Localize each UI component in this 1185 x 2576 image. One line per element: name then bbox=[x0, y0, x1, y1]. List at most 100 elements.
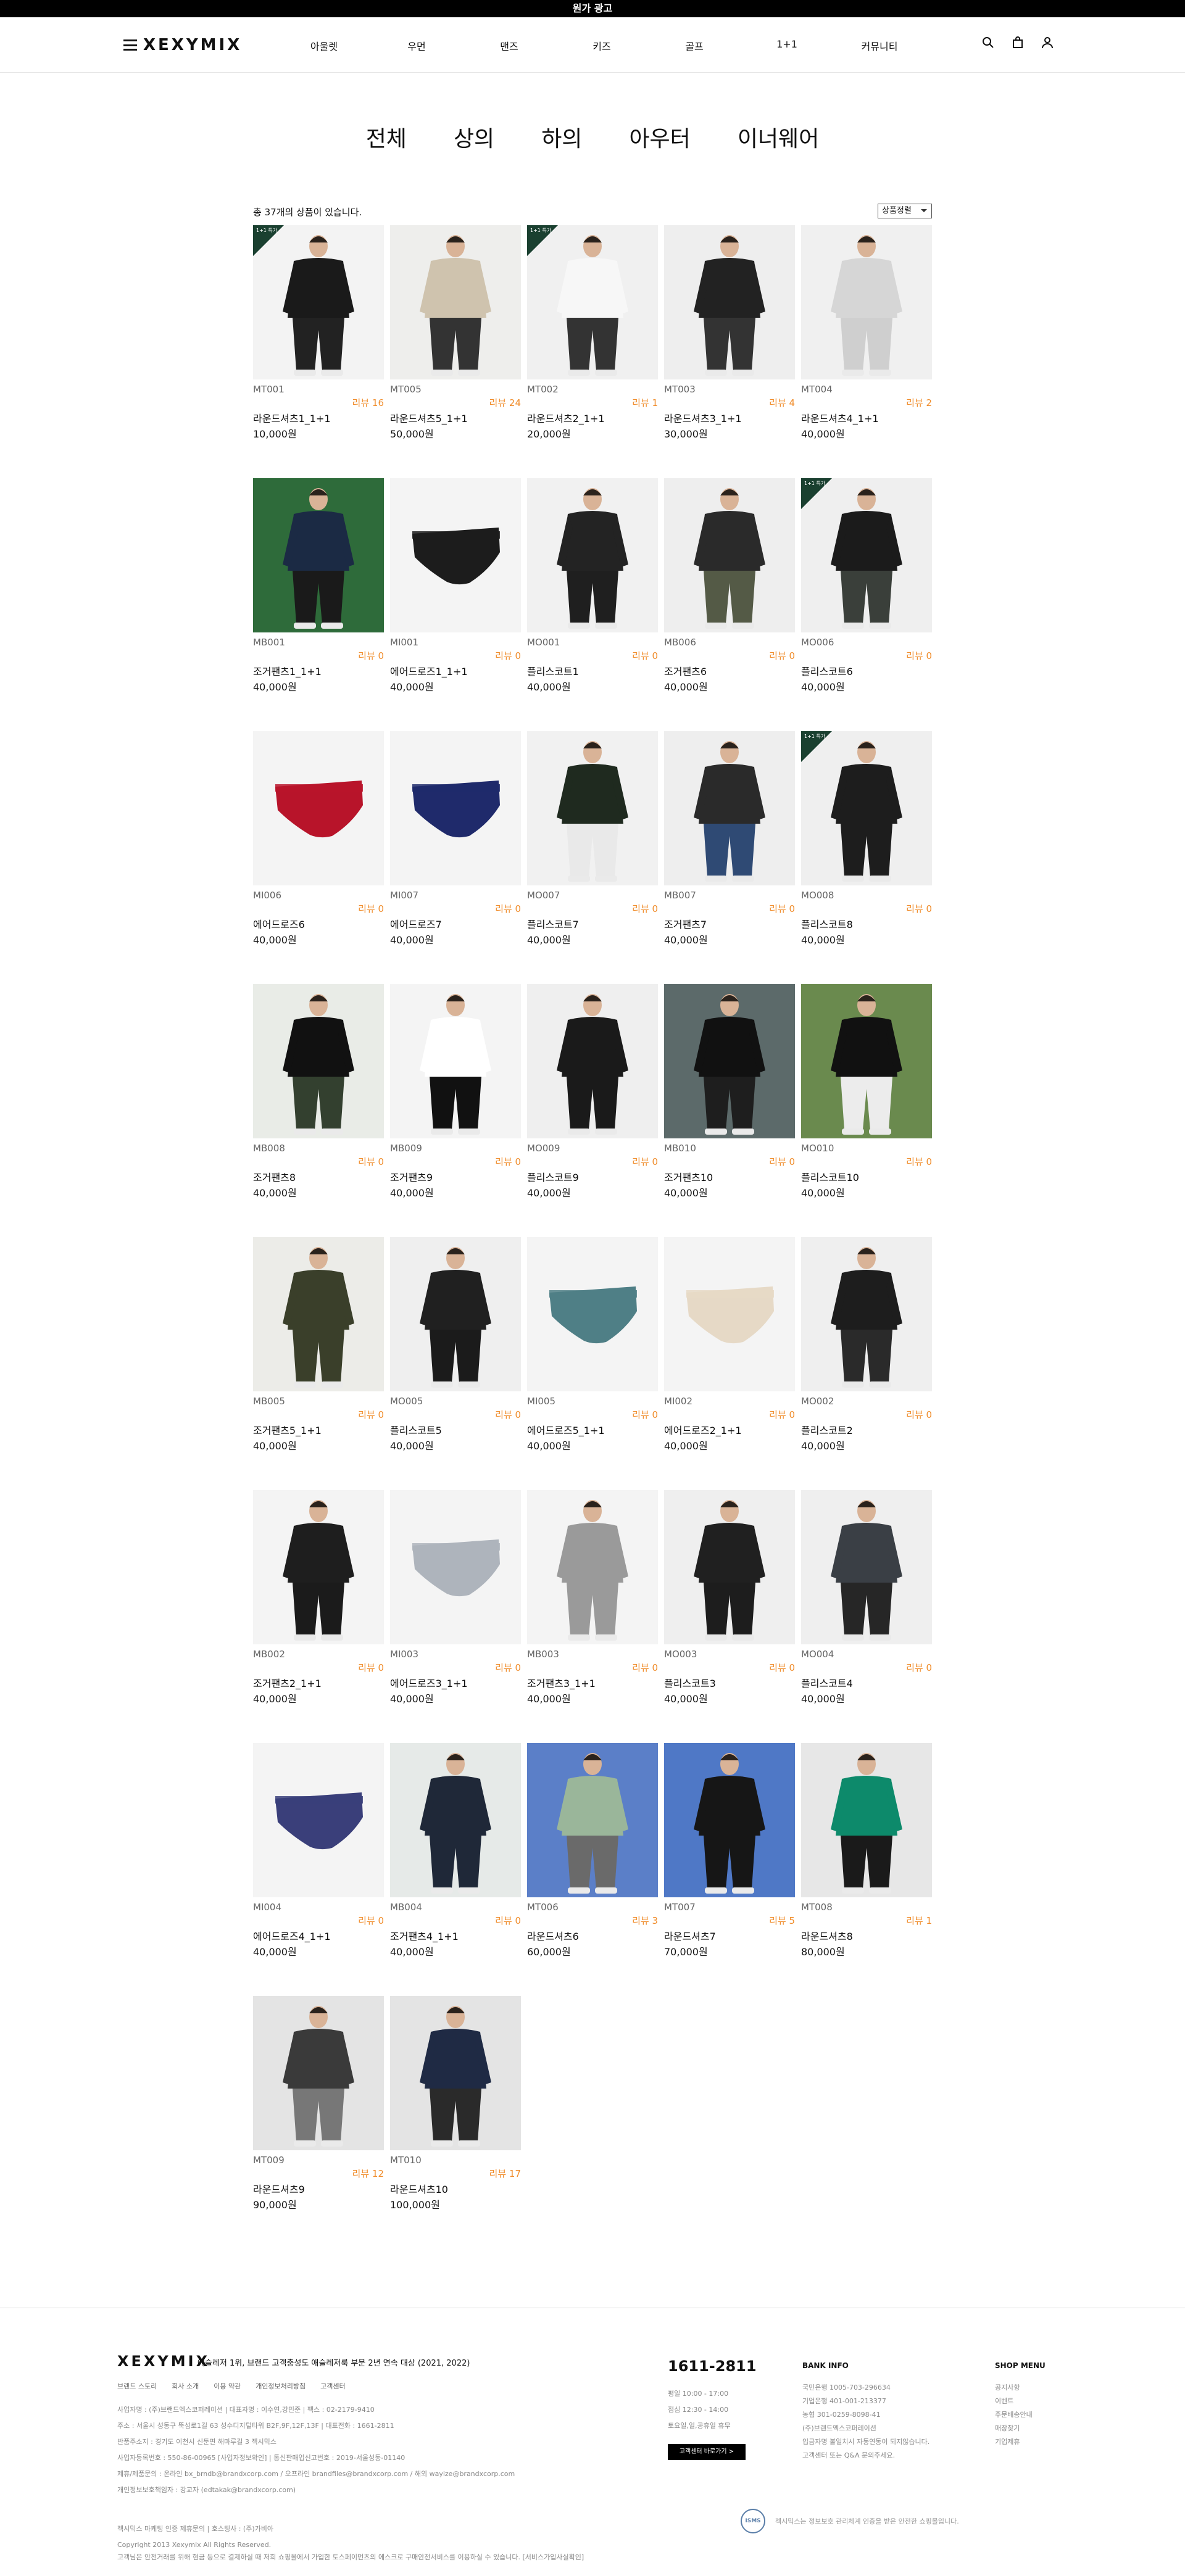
product-card[interactable]: MB004 리뷰 0 조거팬츠4_1+1 40,000원 bbox=[390, 1743, 521, 1978]
product-image[interactable] bbox=[664, 478, 795, 632]
product-image[interactable] bbox=[253, 731, 384, 885]
review-count[interactable]: 리뷰 0 bbox=[906, 1661, 932, 1674]
product-name[interactable]: 조거팬츠3_1+1 bbox=[527, 1675, 596, 1690]
review-count[interactable]: 리뷰 1 bbox=[906, 1914, 932, 1927]
product-image[interactable]: 1+1 특가 bbox=[801, 731, 932, 885]
footer-link-brand-story[interactable]: 브랜드 스토리 bbox=[117, 2381, 157, 2391]
review-count[interactable]: 리뷰 24 bbox=[489, 396, 521, 409]
logo-text[interactable]: XEXYMIX bbox=[143, 36, 242, 54]
product-card[interactable]: MI005 리뷰 0 에어드로즈5_1+1 40,000원 bbox=[527, 1237, 658, 1472]
product-image[interactable] bbox=[801, 1237, 932, 1391]
product-image[interactable] bbox=[390, 478, 521, 632]
product-image[interactable]: 1+1 특가 bbox=[527, 225, 658, 379]
review-count[interactable]: 리뷰 0 bbox=[906, 902, 932, 915]
product-name[interactable]: 플리스코트6 bbox=[801, 663, 853, 678]
tab-bottoms[interactable]: 하의 bbox=[538, 121, 586, 153]
cs-button[interactable]: 고객센터 바로가기 > bbox=[668, 2444, 746, 2460]
product-image[interactable] bbox=[527, 731, 658, 885]
product-card[interactable]: MT010 리뷰 17 라운드셔츠10 100,000원 bbox=[390, 1996, 521, 2230]
review-count[interactable]: 리뷰 0 bbox=[358, 1914, 384, 1927]
product-card[interactable]: MB008 리뷰 0 조거팬츠8 40,000원 bbox=[253, 984, 384, 1219]
review-count[interactable]: 리뷰 2 bbox=[906, 396, 932, 409]
product-card[interactable]: 1+1 특가 MT001 리뷰 16 라운드셔츠1_1+1 10,000원 bbox=[253, 225, 384, 460]
product-card[interactable]: MO009 리뷰 0 플리스코트9 40,000원 bbox=[527, 984, 658, 1219]
product-card[interactable]: MB006 리뷰 0 조거팬츠6 40,000원 bbox=[664, 478, 795, 713]
review-count[interactable]: 리뷰 0 bbox=[358, 902, 384, 915]
product-card[interactable]: MB005 리뷰 0 조거팬츠5_1+1 40,000원 bbox=[253, 1237, 384, 1472]
product-card[interactable]: MO001 리뷰 0 플리스코트1 40,000원 bbox=[527, 478, 658, 713]
product-name[interactable]: 플리스코트8 bbox=[801, 916, 853, 931]
product-image[interactable] bbox=[253, 1490, 384, 1644]
review-count[interactable]: 리뷰 4 bbox=[769, 396, 795, 409]
product-card[interactable]: 1+1 특가 MO006 리뷰 0 플리스코트6 40,000원 bbox=[801, 478, 932, 713]
product-card[interactable]: MT005 리뷰 24 라운드셔츠5_1+1 50,000원 bbox=[390, 225, 521, 460]
product-image[interactable] bbox=[253, 478, 384, 632]
product-image[interactable] bbox=[253, 1237, 384, 1391]
footer-link-privacy[interactable]: 개인정보처리방침 bbox=[256, 2381, 306, 2391]
product-image[interactable] bbox=[527, 1743, 658, 1897]
product-name[interactable]: 라운드셔츠4_1+1 bbox=[801, 410, 879, 425]
review-count[interactable]: 리뷰 0 bbox=[906, 649, 932, 662]
product-card[interactable]: MB003 리뷰 0 조거팬츠3_1+1 40,000원 bbox=[527, 1490, 658, 1725]
review-count[interactable]: 리뷰 0 bbox=[769, 1408, 795, 1421]
product-image[interactable] bbox=[253, 1743, 384, 1897]
review-count[interactable]: 리뷰 3 bbox=[632, 1914, 658, 1927]
product-card[interactable]: MT007 리뷰 5 라운드셔츠7 70,000원 bbox=[664, 1743, 795, 1978]
review-count[interactable]: 리뷰 0 bbox=[769, 1661, 795, 1674]
product-name[interactable]: 플리스코트5 bbox=[390, 1422, 442, 1437]
product-card[interactable]: MO005 리뷰 0 플리스코트5 40,000원 bbox=[390, 1237, 521, 1472]
product-name[interactable]: 조거팬츠8 bbox=[253, 1169, 296, 1184]
review-count[interactable]: 리뷰 0 bbox=[495, 902, 521, 915]
product-name[interactable]: 조거팬츠6 bbox=[664, 663, 707, 678]
review-count[interactable]: 리뷰 0 bbox=[495, 649, 521, 662]
review-count[interactable]: 리뷰 0 bbox=[358, 1661, 384, 1674]
review-count[interactable]: 리뷰 12 bbox=[352, 2167, 384, 2180]
review-count[interactable]: 리뷰 0 bbox=[906, 1155, 932, 1168]
review-count[interactable]: 리뷰 0 bbox=[495, 1408, 521, 1421]
nav-men[interactable]: 맨즈 bbox=[463, 38, 555, 53]
product-image[interactable] bbox=[390, 984, 521, 1138]
product-card[interactable]: MB001 리뷰 0 조거팬츠1_1+1 40,000원 bbox=[253, 478, 384, 713]
product-name[interactable]: 조거팬츠1_1+1 bbox=[253, 663, 322, 678]
review-count[interactable]: 리뷰 0 bbox=[769, 902, 795, 915]
product-image[interactable] bbox=[664, 731, 795, 885]
product-name[interactable]: 에어드로즈7 bbox=[390, 916, 442, 931]
product-image[interactable] bbox=[390, 1743, 521, 1897]
product-card[interactable]: MB002 리뷰 0 조거팬츠2_1+1 40,000원 bbox=[253, 1490, 384, 1725]
product-name[interactable]: 조거팬츠7 bbox=[664, 916, 707, 931]
product-name[interactable]: 에어드로즈2_1+1 bbox=[664, 1422, 742, 1437]
review-count[interactable]: 리뷰 0 bbox=[358, 1408, 384, 1421]
product-name[interactable]: 조거팬츠4_1+1 bbox=[390, 1928, 459, 1943]
product-image[interactable]: 1+1 특가 bbox=[253, 225, 384, 379]
product-card[interactable]: MI001 리뷰 0 에어드로즈1_1+1 40,000원 bbox=[390, 478, 521, 713]
review-count[interactable]: 리뷰 0 bbox=[632, 649, 658, 662]
review-count[interactable]: 리뷰 1 bbox=[632, 396, 658, 409]
footer-logo[interactable]: XEXYMIX bbox=[117, 2353, 210, 2370]
product-card[interactable]: MB009 리뷰 0 조거팬츠9 40,000원 bbox=[390, 984, 521, 1219]
product-image[interactable]: 1+1 특가 bbox=[801, 478, 932, 632]
product-name[interactable]: 라운드셔츠7 bbox=[664, 1928, 716, 1943]
product-name[interactable]: 라운드셔츠10 bbox=[390, 2181, 448, 2196]
product-card[interactable]: MT006 리뷰 3 라운드셔츠6 60,000원 bbox=[527, 1743, 658, 1978]
product-image[interactable] bbox=[664, 984, 795, 1138]
product-card[interactable]: MT004 리뷰 2 라운드셔츠4_1+1 40,000원 bbox=[801, 225, 932, 460]
product-image[interactable] bbox=[253, 1996, 384, 2150]
product-name[interactable]: 플리스코트10 bbox=[801, 1169, 859, 1184]
product-image[interactable] bbox=[664, 225, 795, 379]
product-image[interactable] bbox=[527, 1490, 658, 1644]
product-image[interactable] bbox=[390, 1490, 521, 1644]
review-count[interactable]: 리뷰 0 bbox=[632, 902, 658, 915]
product-card[interactable]: MO010 리뷰 0 플리스코트10 40,000원 bbox=[801, 984, 932, 1219]
product-card[interactable]: MI007 리뷰 0 에어드로즈7 40,000원 bbox=[390, 731, 521, 966]
nav-1plus1[interactable]: 1+1 bbox=[741, 38, 833, 53]
shop-menu-item[interactable]: 기업제휴 bbox=[995, 2435, 1046, 2449]
product-image[interactable] bbox=[664, 1490, 795, 1644]
product-name[interactable]: 조거팬츠2_1+1 bbox=[253, 1675, 322, 1690]
nav-kids[interactable]: 키즈 bbox=[555, 38, 648, 53]
product-name[interactable]: 플리스코트7 bbox=[527, 916, 579, 931]
product-card[interactable]: MI006 리뷰 0 에어드로즈6 40,000원 bbox=[253, 731, 384, 966]
product-name[interactable]: 라운드셔츠5_1+1 bbox=[390, 410, 468, 425]
product-image[interactable] bbox=[664, 1237, 795, 1391]
shop-menu-item[interactable]: 주문배송안내 bbox=[995, 2408, 1046, 2422]
tab-outer[interactable]: 아우터 bbox=[625, 121, 694, 153]
